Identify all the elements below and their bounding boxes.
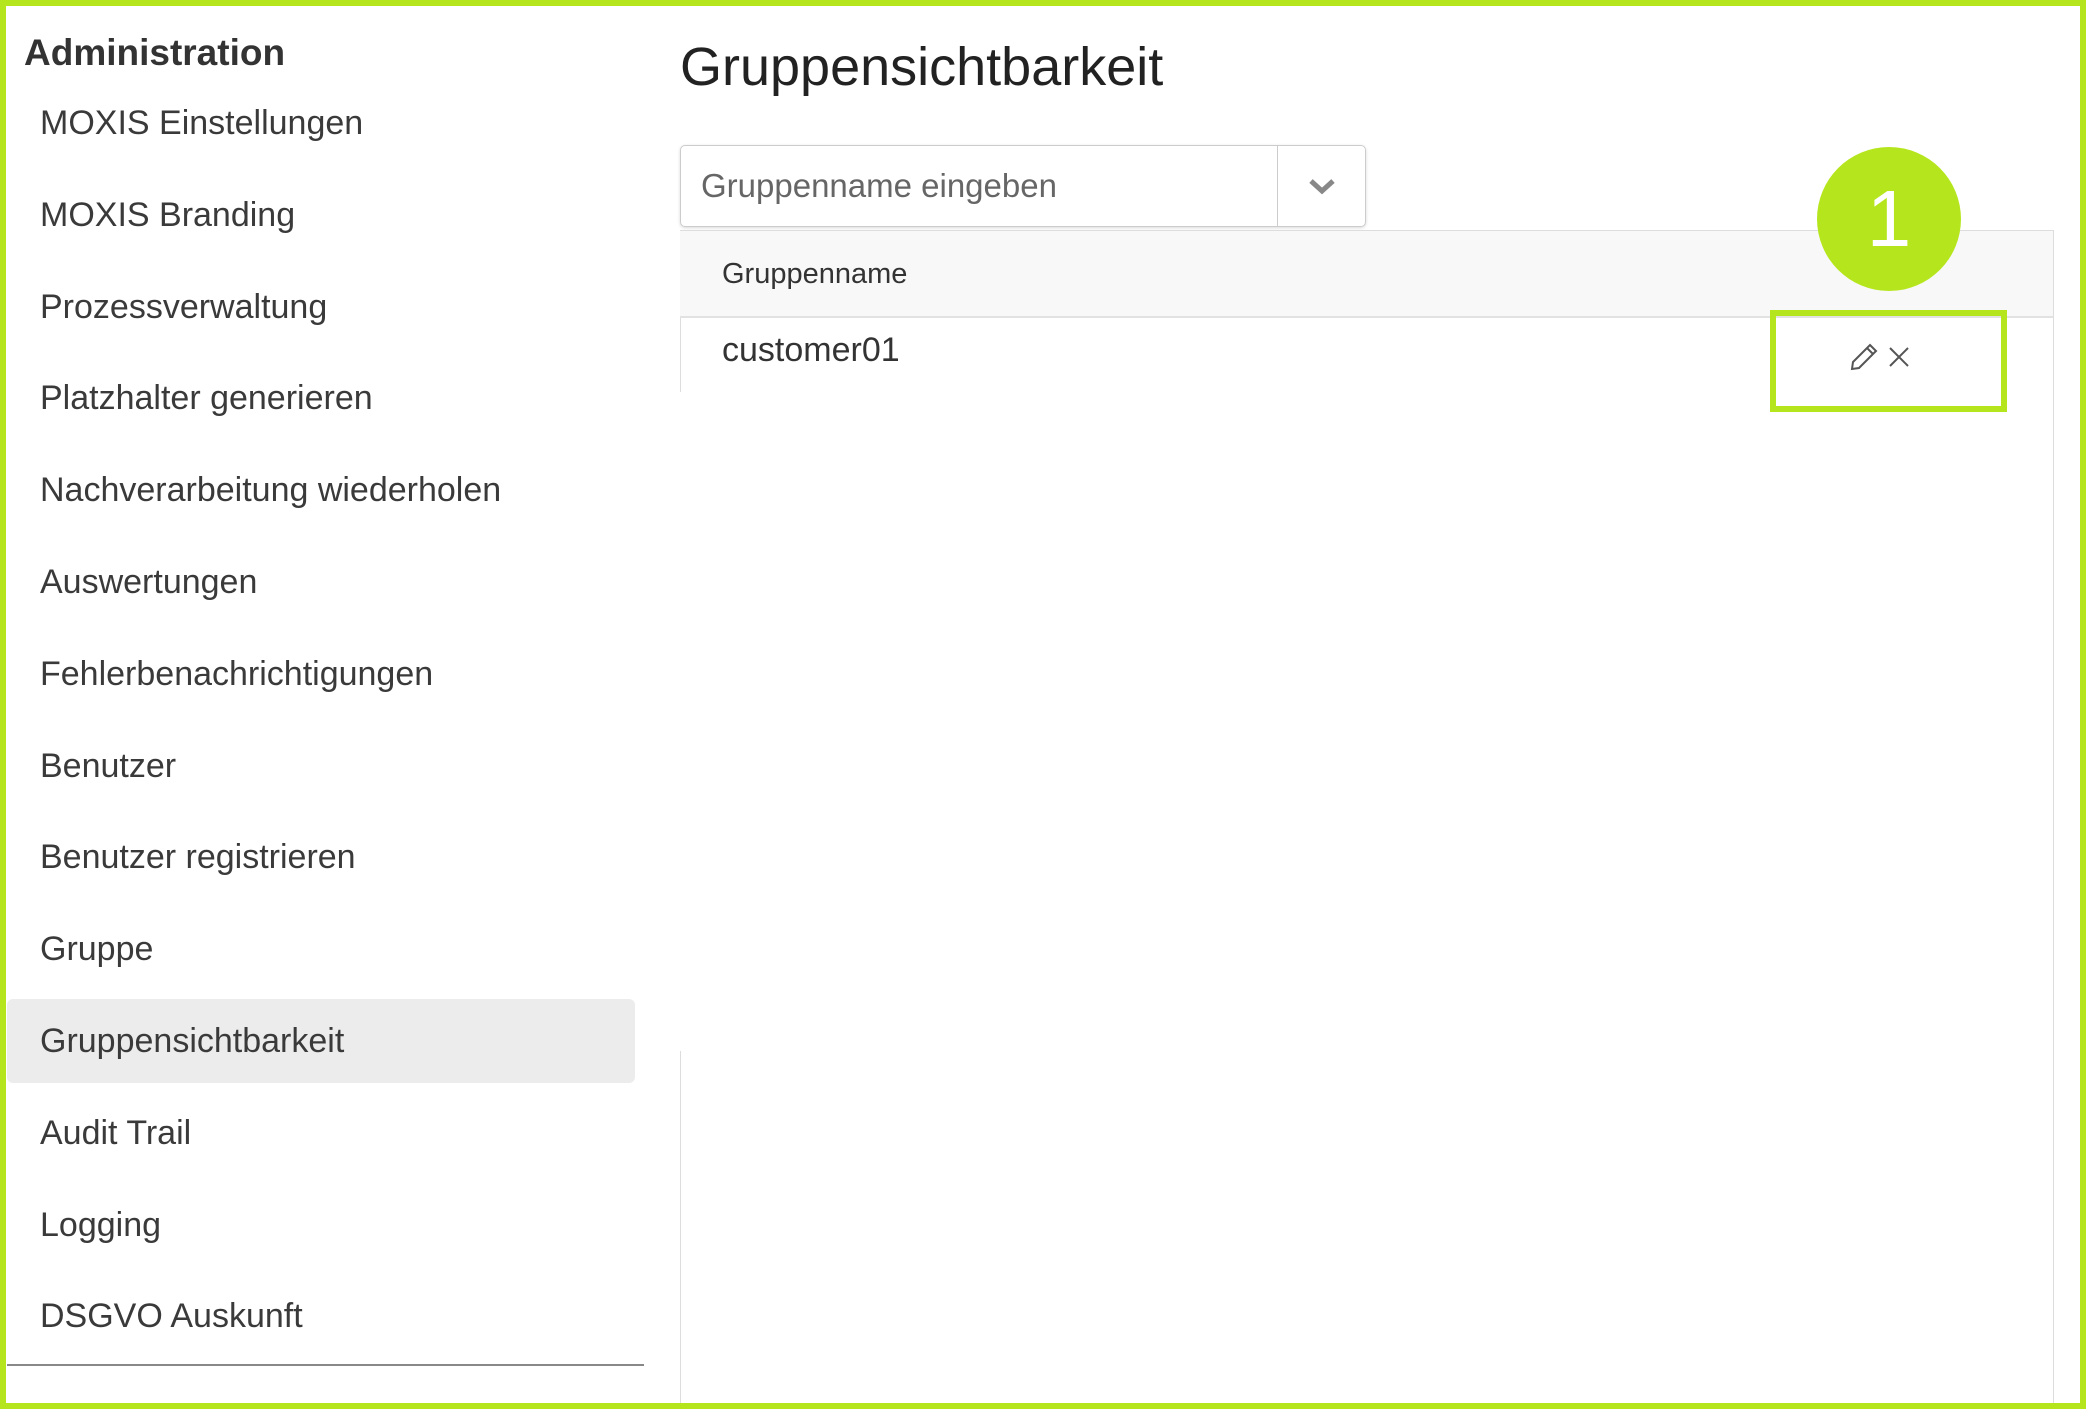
sidebar-item-benutzer[interactable]: Benutzer (7, 724, 635, 808)
group-name-combobox[interactable]: Gruppenname eingeben (680, 145, 1366, 227)
sidebar-item-logging[interactable]: Logging (7, 1183, 635, 1267)
sidebar-item-gruppensichtbarkeit[interactable]: Gruppensichtbarkeit (7, 999, 635, 1083)
sidebar-item-audit-trail[interactable]: Audit Trail (7, 1091, 635, 1175)
chevron-down-icon (1308, 179, 1335, 195)
sidebar-item-fehlerbenachrichtigungen[interactable]: Fehlerbenachrichtigungen (7, 632, 635, 716)
sidebar-item-nachverarbeitung-wiederholen[interactable]: Nachverarbeitung wiederholen (7, 448, 635, 532)
sidebar-item-moxis-branding[interactable]: MOXIS Branding (7, 173, 635, 257)
sidebar-item-gruppe[interactable]: Gruppe (7, 907, 635, 991)
group-name-input[interactable]: Gruppenname eingeben (701, 146, 1057, 226)
sidebar-item-benutzer-registrieren[interactable]: Benutzer registrieren (7, 815, 635, 899)
sidebar-divider (7, 1364, 644, 1366)
annotation-highlight-box (1770, 310, 2007, 412)
dropdown-toggle-button[interactable] (1277, 146, 1365, 226)
sidebar-item-moxis-einstellungen[interactable]: MOXIS Einstellungen (7, 81, 635, 165)
sidebar-item-auswertungen[interactable]: Auswertungen (7, 540, 635, 624)
sidebar-item-dsgvo-auskunft[interactable]: DSGVO Auskunft (7, 1274, 635, 1358)
sidebar-item-platzhalter-generieren[interactable]: Platzhalter generieren (7, 356, 635, 440)
sidebar-item-prozessverwaltung[interactable]: Prozessverwaltung (7, 265, 635, 349)
group-name-cell: customer01 (722, 331, 900, 369)
column-header-gruppenname[interactable]: Gruppenname (722, 231, 907, 318)
page-title: Gruppensichtbarkeit (680, 37, 1164, 97)
annotation-badge: 1 (1817, 147, 1961, 291)
sidebar-title: Administration (24, 32, 286, 73)
